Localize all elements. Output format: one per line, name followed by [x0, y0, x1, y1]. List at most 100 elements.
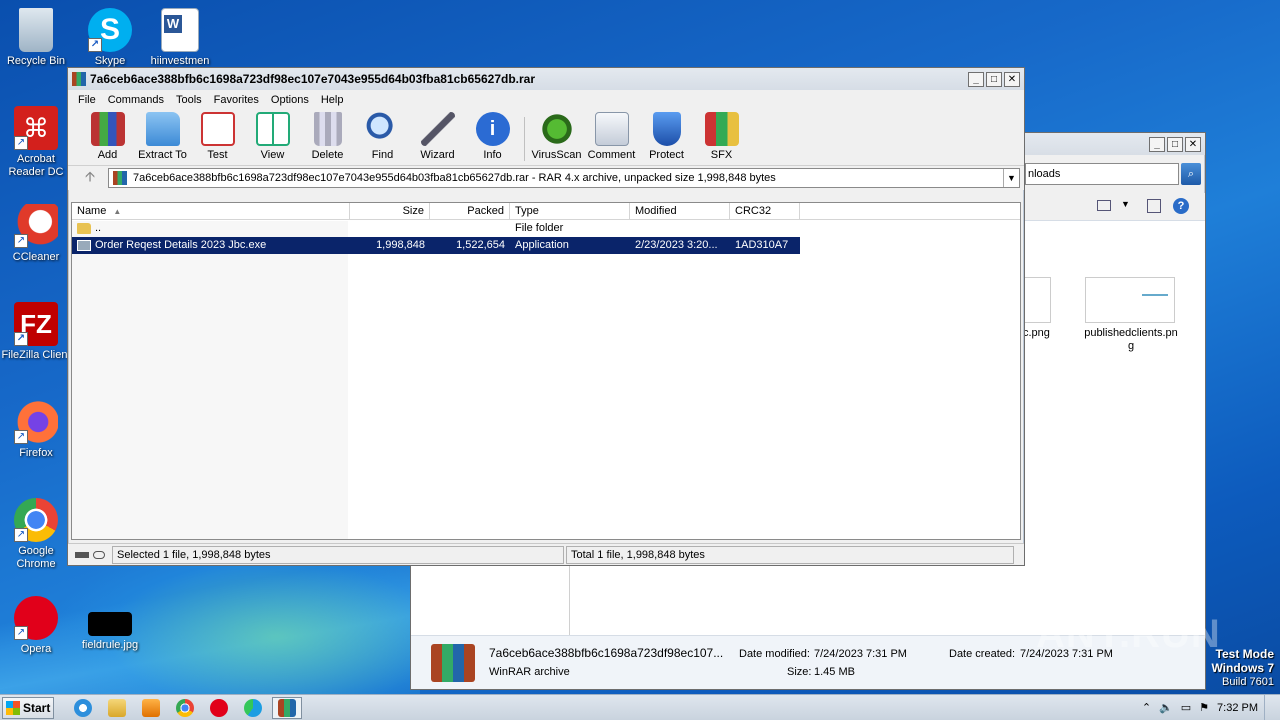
protect-button[interactable]: Protect: [639, 112, 694, 165]
taskbar-media-player[interactable]: [136, 697, 166, 719]
test-button[interactable]: Test: [190, 112, 245, 165]
taskbar-chrome[interactable]: [170, 697, 200, 719]
show-hidden-icons-icon[interactable]: ⌃: [1142, 701, 1151, 714]
maximize-button[interactable]: □: [1167, 136, 1183, 152]
table-row[interactable]: .. File folder: [72, 220, 1020, 237]
start-label: Start: [23, 700, 51, 715]
winrar-archive-icon: [431, 644, 475, 682]
windows-flag-icon: [6, 700, 20, 715]
menu-file[interactable]: File: [72, 94, 102, 106]
winrar-titlebar[interactable]: 7a6ceb6ace388bfb6c1698a723df98ec107e7043…: [68, 68, 1024, 90]
clipboard-check-icon: [200, 112, 235, 146]
chrome-icon: ↗: [14, 498, 58, 542]
file-list[interactable]: Name ▲ Size Packed Type Modified CRC32 .…: [71, 202, 1021, 540]
taskbar-edge[interactable]: [238, 697, 268, 719]
maximize-button[interactable]: □: [986, 71, 1002, 87]
desktop-icon-recycle-bin[interactable]: Recycle Bin: [0, 8, 72, 68]
minimize-button[interactable]: _: [1149, 136, 1165, 152]
table-row-selected[interactable]: Order Reqest Details 2023 Jbc.exe 1,998,…: [72, 237, 800, 254]
winrar-app-icon: [72, 72, 86, 86]
desktop-icon-label: Firefox: [19, 447, 53, 459]
column-type[interactable]: Type: [510, 203, 630, 219]
desktop-icon-label: Recycle Bin: [6, 55, 66, 67]
desktop-icon-filezilla[interactable]: FZ ↗ FileZilla Client: [0, 302, 72, 362]
menu-tools[interactable]: Tools: [170, 94, 208, 106]
comment-button[interactable]: Comment: [584, 112, 639, 165]
folder-icon: [108, 698, 126, 717]
file-label[interactable]: publishedclients.png: [1083, 327, 1179, 353]
desktop-icon-acrobat[interactable]: ⌘ ↗ Acrobat Reader DC: [0, 106, 72, 179]
desktop-icon-chrome[interactable]: ↗ Google Chrome: [0, 498, 72, 571]
taskbar-winrar[interactable]: [272, 696, 302, 719]
up-arrow-icon[interactable]: 🡩: [72, 166, 108, 190]
file-thumbnail[interactable]: [1085, 277, 1175, 323]
tool-label: Find: [371, 149, 394, 161]
menu-commands[interactable]: Commands: [102, 94, 170, 106]
network-icon[interactable]: ▭: [1181, 701, 1191, 714]
find-button[interactable]: Find: [355, 112, 410, 165]
row-name: ..: [95, 222, 102, 234]
image-thumbnail-icon: [88, 612, 132, 636]
clock[interactable]: 7:32 PM: [1217, 702, 1258, 714]
status-total: Total 1 file, 1,998,848 bytes: [566, 545, 1014, 564]
close-button[interactable]: ✕: [1004, 71, 1020, 87]
desktop-icon-fieldrule[interactable]: fieldrule.jpg: [74, 612, 146, 652]
close-button[interactable]: ✕: [1185, 136, 1201, 152]
desktop-icon-ccleaner[interactable]: ↗ CCleaner: [0, 204, 72, 264]
row-size: 1,998,848: [376, 239, 425, 251]
column-name[interactable]: Name ▲: [72, 203, 350, 219]
column-modified[interactable]: Modified: [630, 203, 730, 219]
desktop-icon-firefox[interactable]: ↗ Firefox: [0, 400, 72, 460]
search-input[interactable]: nloads: [1025, 163, 1179, 185]
minimize-button[interactable]: _: [968, 71, 984, 87]
wizard-button[interactable]: Wizard: [410, 112, 465, 165]
info-button[interactable]: i Info: [465, 112, 520, 165]
delete-button[interactable]: Delete: [300, 112, 355, 165]
show-desktop-button[interactable]: [1264, 694, 1274, 720]
menu-help[interactable]: Help: [315, 94, 350, 106]
watermark-line: Windows 7: [1211, 661, 1274, 675]
edge-icon: [244, 698, 262, 717]
tool-label: Test: [207, 149, 228, 161]
view-options-icon[interactable]: [1097, 200, 1111, 211]
status-bar: Selected 1 file, 1,998,848 bytes Total 1…: [68, 543, 1024, 565]
shield-icon: [652, 112, 681, 146]
view-button[interactable]: View: [245, 112, 300, 165]
file-thumbnail[interactable]: [1021, 277, 1051, 323]
column-crc32[interactable]: CRC32: [730, 203, 800, 219]
tool-label: Info: [483, 149, 502, 161]
archive-path-field[interactable]: 7a6ceb6ace388bfb6c1698a723df98ec107e7043…: [108, 168, 1020, 188]
preview-pane-icon[interactable]: [1147, 199, 1161, 213]
desktop-icon-hiinvestmen[interactable]: W hiinvestmen: [144, 8, 216, 68]
menu-favorites[interactable]: Favorites: [208, 94, 265, 106]
explorer-window-controls: _ □ ✕: [1149, 136, 1201, 152]
action-center-flag-icon[interactable]: ⚑: [1199, 701, 1209, 714]
search-icon[interactable]: ⌕: [1181, 163, 1201, 185]
sfx-button[interactable]: SFX: [694, 112, 749, 165]
row-packed: 1,522,654: [456, 239, 505, 251]
add-button[interactable]: Add: [80, 112, 135, 165]
column-packed[interactable]: Packed: [430, 203, 510, 219]
desktop-icon-opera[interactable]: ↗ Opera: [0, 596, 72, 656]
winrar-window[interactable]: 7a6ceb6ace388bfb6c1698a723df98ec107e7043…: [67, 67, 1025, 566]
status-selected: Selected 1 file, 1,998,848 bytes: [112, 545, 564, 564]
chevron-down-icon[interactable]: ▼: [1003, 169, 1019, 187]
column-size[interactable]: Size: [350, 203, 430, 219]
archive-path-text: 7a6ceb6ace388bfb6c1698a723df98ec107e7043…: [133, 172, 776, 184]
file-label[interactable]: c.png: [1023, 327, 1050, 339]
virusscan-button[interactable]: VirusScan: [529, 112, 584, 165]
row-packed: [430, 220, 510, 237]
taskbar-opera[interactable]: [204, 697, 234, 719]
toolbar-separator: [524, 117, 525, 161]
extract-to-button[interactable]: Extract To: [135, 112, 190, 165]
taskbar-explorer[interactable]: [102, 697, 132, 719]
taskbar-ie[interactable]: [68, 697, 98, 719]
volume-icon[interactable]: 🔈: [1159, 701, 1173, 714]
chevron-down-icon[interactable]: ▼: [1121, 199, 1130, 209]
watermark-line: Build 7601: [1222, 676, 1274, 688]
start-button[interactable]: Start: [2, 696, 54, 719]
desktop-icon-skype[interactable]: S ↗ Skype: [74, 8, 146, 68]
book-icon: [255, 112, 290, 146]
menu-options[interactable]: Options: [265, 94, 315, 106]
help-icon[interactable]: ?: [1173, 198, 1189, 214]
